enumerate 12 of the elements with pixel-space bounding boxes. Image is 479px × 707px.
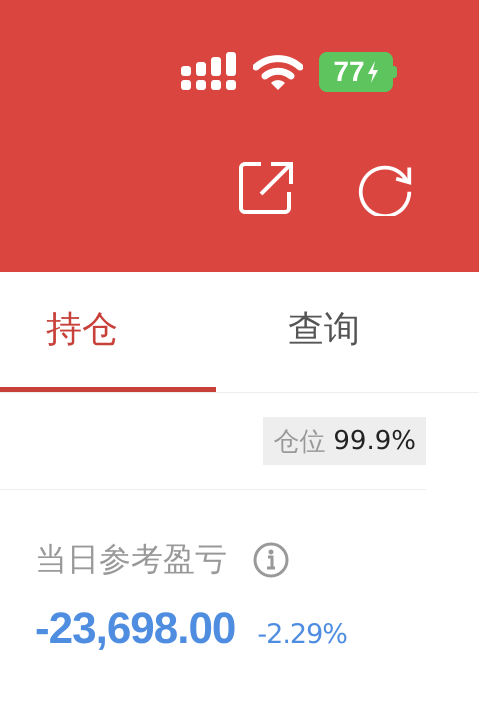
tab[interactable]: 查询 — [216, 272, 432, 392]
signal-icon — [181, 52, 237, 92]
pnl-label: 当日参考盈亏 — [35, 539, 227, 580]
pnl-amount: -23,698.00 — [35, 604, 236, 654]
tab[interactable]: 持仓 — [0, 272, 216, 392]
info-icon[interactable] — [253, 542, 289, 578]
position-value: 99.9% — [333, 426, 416, 456]
position-label: 仓位 — [273, 426, 326, 458]
wifi-icon — [253, 53, 303, 91]
share-icon[interactable] — [239, 160, 295, 216]
battery-indicator: 77 — [319, 52, 393, 92]
pnl-percent: -2.29% — [257, 619, 347, 650]
